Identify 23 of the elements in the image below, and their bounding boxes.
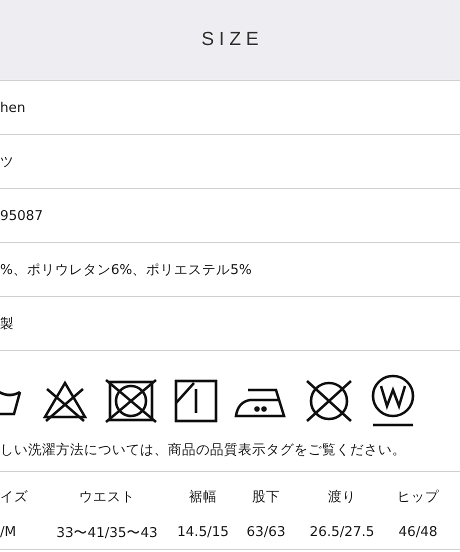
info-text: 製 (0, 314, 14, 332)
column-header: イズ (0, 488, 28, 507)
table-cell-text: 26.5/27.5 (310, 524, 374, 542)
crossed-triangle-icon (42, 379, 88, 423)
crossed-square-circle-icon (104, 378, 158, 424)
column-header: ウエスト (79, 488, 135, 507)
care-note: しい洗濯方法については、商品の品質表示タグをご覧ください。 (0, 441, 407, 459)
table-cell-text: 46/48 (398, 524, 438, 542)
table-cell-text: /M (0, 524, 16, 542)
info-text: ツ (0, 152, 14, 170)
section-title: SIZE (200, 29, 264, 51)
table-cell-text: 14.5/15 (177, 524, 229, 542)
column-header: 渡り (328, 488, 356, 507)
column-header: 股下 (252, 488, 280, 507)
info-text: %、ポリウレタン6%、ポリエステル5% (0, 260, 252, 278)
column-header: 裾幅 (189, 488, 217, 507)
column-header: ヒップ (397, 488, 439, 507)
table-cell-text: 63/63 (246, 524, 286, 542)
info-text: 95087 (0, 208, 43, 224)
crossed-circle-icon (304, 378, 354, 424)
circled-w-icon (370, 374, 416, 428)
info-text: hen (0, 100, 26, 116)
table-cell-text: 33〜41/35〜43 (56, 524, 158, 542)
